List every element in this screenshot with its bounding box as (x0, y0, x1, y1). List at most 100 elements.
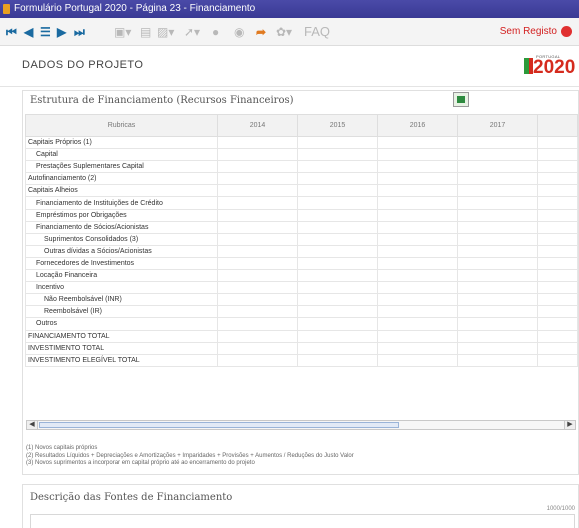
value-cell[interactable] (377, 244, 458, 258)
value-cell[interactable] (537, 208, 578, 222)
value-cell[interactable] (457, 305, 538, 319)
value-cell[interactable] (377, 269, 458, 283)
value-cell[interactable] (457, 269, 538, 283)
value-cell[interactable] (377, 329, 458, 343)
funding-sources-textarea[interactable] (30, 514, 575, 528)
export-icon[interactable]: ➚▾ (184, 25, 200, 39)
value-cell[interactable] (297, 172, 378, 186)
value-cell[interactable] (217, 160, 298, 174)
value-cell[interactable] (457, 353, 538, 367)
value-cell[interactable] (457, 232, 538, 246)
record-status-icon[interactable] (561, 26, 572, 37)
value-cell[interactable] (377, 208, 458, 222)
value-cell[interactable] (377, 160, 458, 174)
value-cell[interactable] (297, 244, 378, 258)
print-icon[interactable]: ◉ (234, 25, 244, 39)
value-cell[interactable] (217, 317, 298, 331)
value-cell[interactable] (457, 293, 538, 307)
value-cell[interactable] (377, 220, 458, 234)
settings-icon[interactable]: ✿▾ (276, 25, 292, 39)
value-cell[interactable] (217, 269, 298, 283)
value-cell[interactable] (457, 220, 538, 234)
value-cell[interactable] (217, 196, 298, 210)
previous-page-icon[interactable]: ◀ (24, 25, 33, 39)
value-cell[interactable] (217, 305, 298, 319)
value-cell[interactable] (297, 317, 378, 331)
menu-list-icon[interactable]: ☰ (40, 25, 51, 39)
value-cell[interactable] (537, 232, 578, 246)
value-cell[interactable] (537, 220, 578, 234)
value-cell[interactable] (457, 281, 538, 295)
value-cell[interactable] (297, 184, 378, 198)
value-cell[interactable] (537, 341, 578, 355)
scrollbar-thumb[interactable] (39, 422, 399, 428)
value-cell[interactable] (377, 293, 458, 307)
value-cell[interactable] (297, 232, 378, 246)
value-cell[interactable] (457, 244, 538, 258)
value-cell[interactable] (217, 329, 298, 343)
value-cell[interactable] (217, 148, 298, 162)
value-cell[interactable] (537, 184, 578, 198)
value-cell[interactable] (217, 244, 298, 258)
value-cell[interactable] (537, 135, 578, 150)
value-cell[interactable] (297, 293, 378, 307)
value-cell[interactable] (537, 148, 578, 162)
value-cell[interactable] (217, 281, 298, 295)
save-icon[interactable]: ▣▾ (114, 25, 131, 39)
value-cell[interactable] (377, 341, 458, 355)
value-cell[interactable] (537, 329, 578, 343)
import-icon[interactable]: ▨▾ (157, 25, 174, 39)
value-cell[interactable] (537, 281, 578, 295)
value-cell[interactable] (457, 329, 538, 343)
value-cell[interactable] (297, 208, 378, 222)
scroll-right-icon[interactable]: ▶ (564, 421, 575, 429)
value-cell[interactable] (537, 293, 578, 307)
document-icon[interactable]: ▤ (140, 25, 151, 39)
value-cell[interactable] (457, 184, 538, 198)
value-cell[interactable] (457, 256, 538, 271)
value-cell[interactable] (217, 256, 298, 271)
value-cell[interactable] (217, 353, 298, 367)
value-cell[interactable] (537, 305, 578, 319)
value-cell[interactable] (217, 135, 298, 150)
value-cell[interactable] (457, 317, 538, 331)
value-cell[interactable] (377, 196, 458, 210)
value-cell[interactable] (297, 341, 378, 355)
help-icon[interactable]: FAQ (304, 25, 330, 39)
value-cell[interactable] (377, 135, 458, 150)
value-cell[interactable] (297, 160, 378, 174)
value-cell[interactable] (377, 353, 458, 367)
value-cell[interactable] (297, 269, 378, 283)
value-cell[interactable] (377, 232, 458, 246)
next-page-icon[interactable]: ▶ (57, 25, 66, 39)
last-page-icon[interactable]: ⏭ (74, 25, 85, 39)
value-cell[interactable] (297, 329, 378, 343)
value-cell[interactable] (377, 305, 458, 319)
first-page-icon[interactable]: ⏮ (6, 25, 17, 39)
value-cell[interactable] (537, 196, 578, 210)
value-cell[interactable] (457, 148, 538, 162)
value-cell[interactable] (537, 269, 578, 283)
value-cell[interactable] (457, 196, 538, 210)
value-cell[interactable] (297, 196, 378, 210)
value-cell[interactable] (457, 160, 538, 174)
value-cell[interactable] (297, 305, 378, 319)
value-cell[interactable] (217, 220, 298, 234)
value-cell[interactable] (297, 281, 378, 295)
horizontal-scrollbar[interactable]: ◀ ▶ (26, 420, 576, 430)
value-cell[interactable] (217, 232, 298, 246)
value-cell[interactable] (217, 208, 298, 222)
value-cell[interactable] (297, 148, 378, 162)
value-cell[interactable] (377, 184, 458, 198)
value-cell[interactable] (297, 256, 378, 271)
value-cell[interactable] (537, 256, 578, 271)
value-cell[interactable] (457, 172, 538, 186)
value-cell[interactable] (297, 220, 378, 234)
value-cell[interactable] (217, 172, 298, 186)
value-cell[interactable] (457, 341, 538, 355)
value-cell[interactable] (217, 184, 298, 198)
value-cell[interactable] (537, 317, 578, 331)
value-cell[interactable] (217, 293, 298, 307)
value-cell[interactable] (217, 341, 298, 355)
submit-icon[interactable]: ➦ (256, 25, 266, 39)
